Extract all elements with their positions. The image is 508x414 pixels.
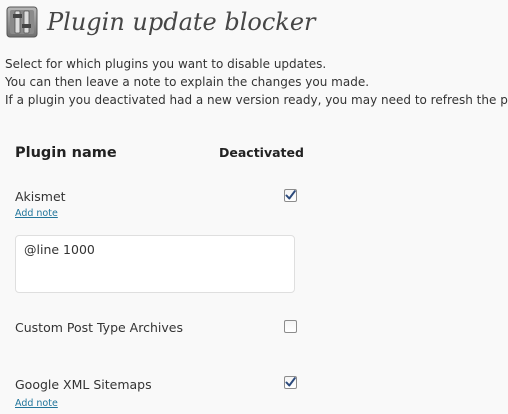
intro-text: Select for which plugins you want to dis… [5,55,508,109]
plugins-icon [6,6,38,38]
deactivate-checkbox-custom-post-type-archives[interactable] [284,320,297,333]
plugin-name-google-xml-sitemaps: Google XML Sitemaps [15,377,152,392]
deactivate-checkbox-google-xml-sitemaps[interactable] [284,376,297,389]
intro-line: You can then leave a note to explain the… [5,75,370,89]
intro-line: Select for which plugins you want to dis… [5,57,327,71]
plugin-name-custom-post-type-archives: Custom Post Type Archives [15,320,183,335]
checkmark-icon [285,377,296,387]
add-note-link-google-xml-sitemaps[interactable]: Add note [15,398,58,410]
checkmark-icon [285,190,296,200]
column-header-deactivated: Deactivated [219,145,304,160]
add-note-link-akismet[interactable]: Add note [15,208,58,220]
page-title: Plugin update blocker [47,8,316,36]
intro-line: If a plugin you deactivated had a new ve… [5,93,508,107]
note-field-akismet[interactable]: @line 1000 [15,235,295,293]
deactivate-checkbox-akismet[interactable] [284,189,297,202]
column-header-plugin-name: Plugin name [15,145,117,161]
plugin-name-akismet: Akismet [15,189,66,204]
